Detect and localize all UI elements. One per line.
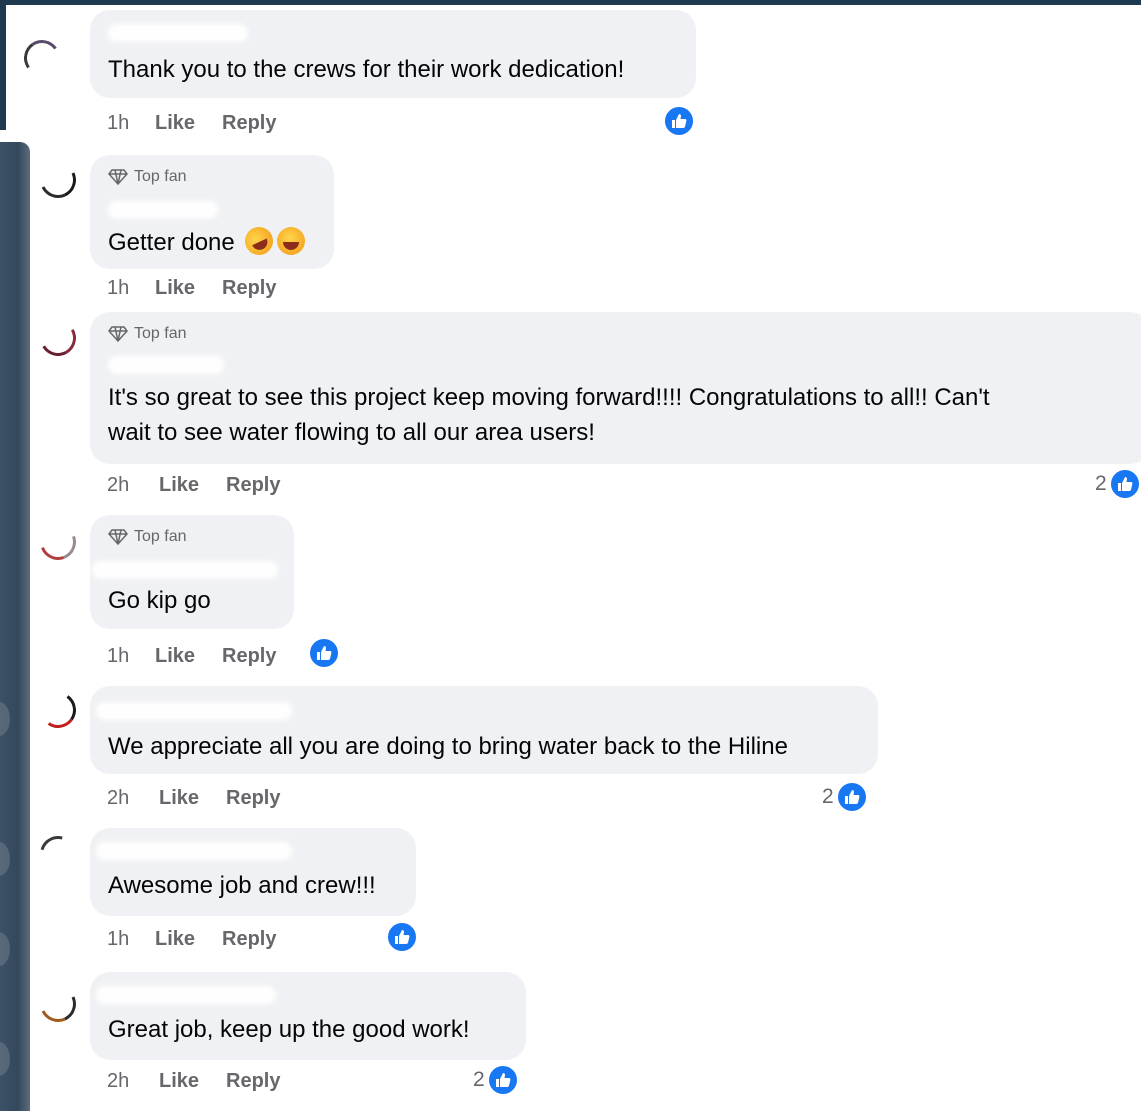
comment-actions: 1h Like Reply [107,112,276,135]
comment-actions: 1h Like Reply [107,928,276,951]
side-panel-decoration [0,842,10,876]
reaction-summary[interactable] [306,637,340,669]
comment-actions: 2h Like Reply [107,474,280,497]
top-fan-label: Top fan [134,168,187,185]
reply-button[interactable]: Reply [226,474,280,497]
comment-bubble: Awesome job and crew!!! [90,828,416,916]
comment-text: Go kip go [108,587,211,614]
avatar[interactable] [38,318,78,358]
comment-actions: 2h Like Reply [107,787,280,810]
reaction-count: 2 [473,1068,485,1091]
avatar[interactable] [38,984,78,1024]
comment-text: We appreciate all you are doing to bring… [108,733,788,760]
comment-bubble: Top fan Getter done [90,155,334,269]
comment-timestamp[interactable]: 2h [107,474,159,497]
comment-text-content: Getter done [108,229,235,256]
comment-bubble: Thank you to the crews for their work de… [90,10,696,98]
author-name-redacted [108,356,224,374]
author-name-redacted [108,201,218,219]
side-panel [0,142,30,1111]
diamond-icon [108,326,128,342]
window-left-edge [0,0,6,130]
thumbs-up-icon [486,1064,519,1096]
tears-of-joy-emoji [277,226,306,255]
reaction-count: 2 [1095,472,1107,495]
comment-timestamp[interactable]: 1h [107,112,155,135]
reply-button[interactable]: Reply [226,1070,280,1093]
reply-button[interactable]: Reply [222,277,276,300]
comment-bubble: Great job, keep up the good work! [90,972,526,1060]
avatar[interactable] [38,522,78,562]
top-fan-badge: Top fan [108,528,186,546]
thumbs-up-icon [1108,468,1141,500]
reply-button[interactable]: Reply [226,787,280,810]
avatar[interactable] [38,160,78,200]
window-top-edge [0,0,1141,5]
reaction-summary[interactable] [384,921,418,953]
like-button[interactable]: Like [155,112,222,135]
top-fan-label: Top fan [134,528,187,545]
comment-bubble: Top fan It's so great to see this projec… [90,312,1141,464]
comment-text: Great job, keep up the good work! [108,1016,470,1043]
author-name-redacted [96,842,292,860]
reaction-summary[interactable]: 2 [822,781,868,813]
like-button[interactable]: Like [159,787,226,810]
comment-bubble: Top fan Go kip go [90,515,294,629]
comment-actions: 1h Like Reply [107,277,276,300]
author-name-redacted [96,986,276,1004]
comment-timestamp[interactable]: 1h [107,928,155,951]
side-panel-decoration [0,702,10,736]
thumbs-up-icon [308,637,340,669]
comment-text: Getter done [108,222,306,260]
reply-button[interactable]: Reply [222,112,276,135]
reaction-summary[interactable]: 2 [1095,468,1141,500]
reaction-summary[interactable]: 2 [473,1064,519,1096]
like-button[interactable]: Like [155,277,222,300]
author-name-redacted [92,561,278,579]
thumbs-up-icon [835,781,868,813]
top-fan-badge: Top fan [108,325,186,343]
rolling-on-floor-laughing-emoji [240,222,279,260]
comment-timestamp[interactable]: 2h [107,1070,159,1093]
thumbs-up-icon [386,921,418,953]
reaction-count: 2 [822,785,834,808]
avatar[interactable] [38,834,78,874]
comment-timestamp[interactable]: 2h [107,787,159,810]
author-name-redacted [96,702,292,720]
comment-actions: 2h Like Reply [107,1070,280,1093]
avatar[interactable] [38,690,78,730]
like-button[interactable]: Like [159,1070,226,1093]
side-panel-decoration [0,1042,10,1076]
like-button[interactable]: Like [155,928,222,951]
comment-text-line: It's so great to see this project keep m… [108,384,990,411]
avatar[interactable] [22,38,62,78]
diamond-icon [108,529,128,545]
comment-timestamp[interactable]: 1h [107,277,155,300]
reply-button[interactable]: Reply [222,645,276,668]
comment-text: Awesome job and crew!!! [108,872,376,899]
comment-text: Thank you to the crews for their work de… [108,56,625,83]
top-fan-badge: Top fan [108,168,186,186]
comment-bubble: We appreciate all you are doing to bring… [90,686,878,774]
author-name-redacted [108,24,248,42]
reaction-summary[interactable] [661,105,695,137]
like-button[interactable]: Like [155,645,222,668]
comment-timestamp[interactable]: 1h [107,645,155,668]
diamond-icon [108,169,128,185]
reply-button[interactable]: Reply [222,928,276,951]
comment-text-line: wait to see water flowing to all our are… [108,419,595,446]
like-button[interactable]: Like [159,474,226,497]
top-fan-label: Top fan [134,325,187,342]
side-panel-decoration [0,932,10,966]
comment-actions: 1h Like Reply [107,645,276,668]
thumbs-up-icon [663,105,695,137]
